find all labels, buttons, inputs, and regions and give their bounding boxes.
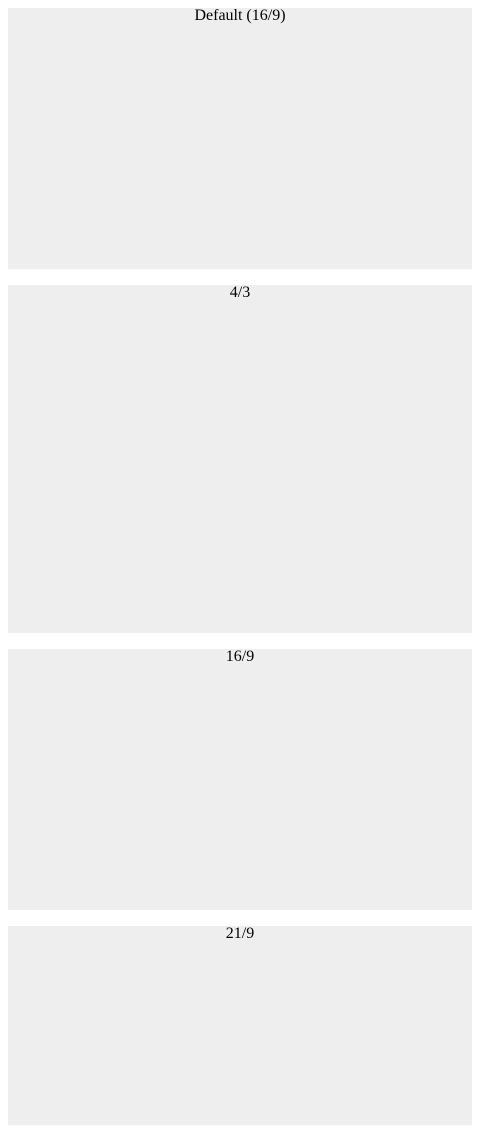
ratio-label-21-9: 21/9 [225,925,255,942]
ratio-label-16-9: 16/9 [225,648,255,665]
ratio-box-21-9: 21/9 [8,926,472,1125]
ratio-label-4-3: 4/3 [229,284,251,301]
ratio-box-default: Default (16/9) [8,8,472,269]
ratio-label-default: Default (16/9) [194,7,286,24]
ratio-box-16-9: 16/9 [8,649,472,910]
aspect-ratio-demo-page: Default (16/9) 4/3 16/9 21/9 [0,0,480,1133]
ratio-box-4-3: 4/3 [8,285,472,633]
